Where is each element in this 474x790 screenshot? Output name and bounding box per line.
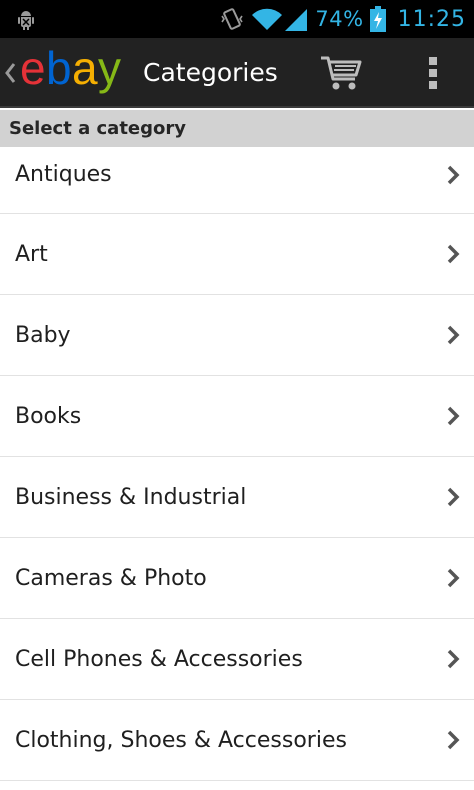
category-label: Baby: [15, 323, 71, 348]
category-item-books[interactable]: Books: [0, 376, 474, 457]
wifi-icon: [252, 8, 283, 30]
category-item-clothing-shoes-accessories[interactable]: Clothing, Shoes & Accessories: [0, 700, 474, 781]
svg-text:y: y: [98, 48, 121, 94]
category-item-antiques[interactable]: Antiques: [0, 147, 474, 214]
back-chevron-icon[interactable]: [2, 56, 18, 90]
chevron-right-icon: [447, 406, 460, 426]
svg-text:b: b: [46, 48, 70, 94]
ebay-logo[interactable]: e b a y: [20, 48, 136, 98]
category-label: Antiques: [15, 162, 112, 187]
chevron-right-icon: [447, 730, 460, 750]
category-label: Clothing, Shoes & Accessories: [15, 728, 347, 753]
category-item-baby[interactable]: Baby: [0, 295, 474, 376]
action-bar: e b a y Categories: [0, 38, 474, 108]
battery-percent: 74%: [315, 7, 364, 31]
status-bar: 74% 11:25: [0, 0, 474, 38]
chevron-right-icon: [447, 325, 460, 345]
battery-charging-icon: [369, 6, 386, 32]
chevron-right-icon: [447, 487, 460, 507]
section-header: Select a category: [0, 110, 474, 147]
category-label: Books: [15, 404, 82, 429]
category-item-cell-phones-accessories[interactable]: Cell Phones & Accessories: [0, 619, 474, 700]
overflow-dots-icon: [429, 57, 437, 89]
vibrate-icon: [221, 8, 244, 30]
chevron-right-icon: [447, 244, 460, 264]
category-item-cameras-photo[interactable]: Cameras & Photo: [0, 538, 474, 619]
category-item-business-industrial[interactable]: Business & Industrial: [0, 457, 474, 538]
category-label: Cameras & Photo: [15, 566, 207, 591]
category-item-art[interactable]: Art: [0, 214, 474, 295]
svg-text:a: a: [72, 48, 98, 94]
overflow-menu-button[interactable]: [404, 38, 462, 108]
category-list: Antiques Art Baby Books Business & Indus…: [0, 147, 474, 781]
category-label: Business & Industrial: [15, 485, 247, 510]
category-label: Art: [15, 242, 48, 267]
shopping-cart-icon: [321, 56, 362, 90]
chevron-right-icon: [447, 165, 460, 185]
cart-button[interactable]: [308, 38, 374, 108]
svg-text:e: e: [20, 48, 44, 94]
chevron-right-icon: [447, 649, 460, 669]
android-debug-icon: [18, 11, 34, 30]
chevron-right-icon: [447, 568, 460, 588]
category-label: Cell Phones & Accessories: [15, 647, 303, 672]
page-title: Categories: [143, 58, 278, 87]
cell-signal-icon: [285, 9, 308, 31]
clock: 11:25: [397, 6, 466, 32]
